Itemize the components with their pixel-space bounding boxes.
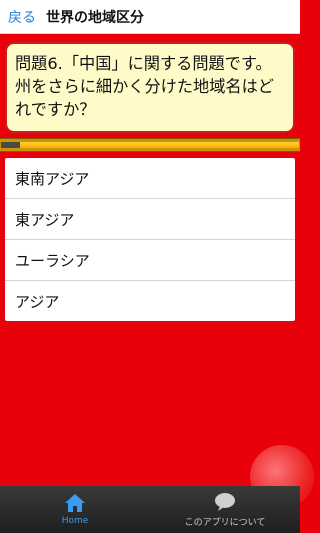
progress-bar — [0, 138, 300, 152]
progress-fill — [20, 142, 299, 148]
nav-about-label: このアプリについて — [184, 517, 266, 528]
answer-options: 東南アジア 東アジア ユーラシア アジア — [5, 158, 295, 321]
nav-home-label: Home — [61, 516, 89, 526]
answer-option-3[interactable]: ユーラシア — [5, 240, 295, 281]
answer-option-label: アジア — [15, 292, 60, 311]
page-title: 世界の地域区分 — [46, 9, 144, 26]
answer-option-label: ユーラシア — [15, 251, 90, 270]
answer-option-2[interactable]: 東アジア — [5, 199, 295, 240]
speech-bubble-icon — [215, 492, 235, 511]
answer-option-1[interactable]: 東南アジア — [5, 158, 295, 199]
progress-track-dark — [1, 142, 20, 148]
answer-option-4[interactable]: アジア — [5, 281, 295, 321]
question-box: 問題6.「中国」に関する問題です。州をさらに細かく分けた地域名はどれですか？ — [5, 42, 295, 133]
bottom-navigation: Home このアプリについて — [0, 486, 300, 533]
question-text: 問題6.「中国」に関する問題です。州をさらに細かく分けた地域名はどれですか？ — [15, 54, 274, 119]
nav-about[interactable]: このアプリについて — [150, 486, 300, 533]
answer-option-label: 東南アジア — [15, 169, 90, 188]
answer-option-label: 東アジア — [15, 210, 75, 229]
nav-home[interactable]: Home — [0, 486, 150, 533]
back-button[interactable]: 戻る — [0, 7, 40, 27]
home-icon — [65, 494, 85, 512]
header-bar: 戻る 世界の地域区分 — [0, 0, 300, 34]
